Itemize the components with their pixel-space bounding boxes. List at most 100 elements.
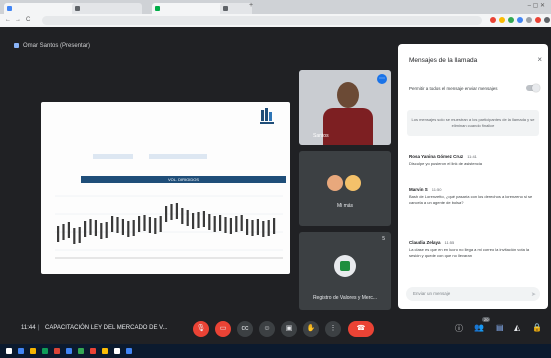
window-controls[interactable]: – ▢ ✕ — [528, 2, 545, 9]
presenting-icon — [14, 43, 19, 48]
back-button[interactable]: ← — [5, 17, 11, 23]
chat-title: Mensajes de la llamada — [409, 57, 478, 64]
message-author: Claudia Zelaya — [409, 240, 441, 245]
avatar — [327, 175, 343, 191]
slide-label-box — [149, 154, 207, 159]
slide-chart-mark — [197, 212, 200, 228]
tile-count-badge: 5 — [382, 236, 385, 242]
mic-active-icon: ⋯ — [377, 74, 387, 84]
browser-tab-meet[interactable] — [152, 3, 228, 14]
people-icon[interactable]: 👥 — [474, 323, 484, 332]
taskbar-app-icon[interactable] — [102, 348, 108, 354]
slide-chart-mark — [62, 224, 65, 240]
slide-chart-mark — [175, 203, 178, 219]
message-author: Marvin S — [409, 187, 428, 192]
slide-chart-mark — [202, 211, 205, 227]
chat-message-input[interactable]: Enviar un mensaje — [406, 287, 540, 301]
tab-favicon-icon — [223, 6, 228, 11]
people-count-badge: 20 — [482, 317, 491, 322]
slide-chart-mark — [262, 221, 265, 237]
avatar — [345, 175, 361, 191]
participant-tile-santos[interactable]: ⋯ Santos — [299, 70, 391, 145]
reload-button[interactable]: C — [26, 17, 30, 23]
forward-button[interactable]: → — [15, 17, 21, 23]
taskbar-app-icon[interactable] — [30, 348, 36, 354]
address-bar: ← → C — [0, 14, 551, 27]
os-taskbar — [0, 344, 551, 358]
camera-off-icon[interactable]: ▭ — [215, 321, 231, 337]
extension-icon[interactable] — [499, 17, 505, 23]
activities-icon[interactable]: ◭ — [514, 323, 520, 332]
taskbar-app-icon[interactable] — [78, 348, 84, 354]
extension-icon[interactable] — [526, 17, 532, 23]
slide-chart-mark — [224, 217, 227, 233]
message-time: 11:55 — [444, 240, 455, 245]
slide-chart-mark — [273, 218, 276, 234]
slide-label-box — [93, 154, 133, 159]
chat-message: Marvin S 11:50 Bash de Lorenzetto, ¿qué p… — [409, 187, 539, 206]
presentation-slide: VOL. DIRIGIDOS — [41, 102, 290, 274]
taskbar-app-icon[interactable] — [54, 348, 60, 354]
participant-tile-others[interactable]: Mi más — [299, 151, 391, 226]
close-icon[interactable]: × — [537, 55, 542, 64]
slide-chart-mark — [84, 221, 87, 237]
browser-tab[interactable] — [220, 3, 252, 14]
profile-avatar[interactable] — [535, 17, 541, 23]
slide-chart-mark — [229, 218, 232, 234]
slide-chart-mark — [192, 213, 195, 229]
slide-chart-mark — [132, 220, 135, 236]
chat-message: Rosa Yanina Gómez Cruz 11:41 Disculpe yo … — [409, 154, 539, 167]
slide-chart-mark — [186, 210, 189, 226]
info-icon[interactable]: ⓘ — [455, 323, 463, 334]
taskbar-app-icon[interactable] — [90, 348, 96, 354]
end-call-button[interactable]: ☎ — [348, 321, 374, 337]
chat-icon[interactable]: ▤ — [496, 323, 504, 332]
meet-favicon-icon — [155, 6, 160, 11]
chat-permission-toggle[interactable] — [526, 84, 540, 92]
send-icon[interactable]: ➤ — [531, 291, 536, 298]
slide-banner: VOL. DIRIGIDOS — [81, 176, 286, 183]
slide-chart-mark — [246, 219, 249, 235]
extension-icon[interactable] — [490, 17, 496, 23]
extension-icon[interactable] — [508, 17, 514, 23]
chat-permission-label: Permitir a todos el mensaje enviar mensa… — [409, 86, 498, 91]
tile-label: Mi más — [336, 203, 354, 209]
slide-chart-mark — [208, 214, 211, 230]
message-time: 11:50 — [431, 187, 442, 192]
new-tab-button[interactable]: + — [249, 2, 253, 9]
message-time: 11:41 — [467, 154, 477, 159]
captions-icon[interactable]: cc — [237, 321, 253, 337]
slide-chart-mark — [251, 220, 254, 236]
url-field[interactable] — [42, 16, 482, 25]
slide-chart-mark — [138, 216, 141, 232]
mic-off-icon[interactable]: 🎙 — [193, 321, 209, 337]
tile-label: Registro de Valores y Merc... — [312, 295, 378, 301]
taskbar-app-icon[interactable] — [18, 348, 24, 354]
browser-tab[interactable] — [4, 3, 80, 14]
menu-icon[interactable] — [544, 17, 550, 23]
browser-tab[interactable] — [72, 3, 142, 14]
message-text: Bash de Lorenzetto, ¿qué pasaría con los… — [409, 194, 533, 205]
slide-chart-mark — [219, 215, 222, 231]
slide-chart-mark — [213, 216, 216, 232]
slide-chart-mark — [116, 217, 119, 233]
taskbar-app-icon[interactable] — [114, 348, 120, 354]
present-icon[interactable]: ▣ — [281, 321, 297, 337]
taskbar-app-icon[interactable] — [66, 348, 72, 354]
taskbar-app-icon[interactable] — [42, 348, 48, 354]
start-icon[interactable] — [6, 348, 12, 354]
taskbar-app-icon[interactable] — [126, 348, 132, 354]
slide-chart-mark — [94, 220, 97, 236]
extension-icon[interactable] — [517, 17, 523, 23]
registro-logo-icon — [340, 261, 350, 271]
institution-logo-icon — [260, 108, 274, 124]
slide-chart-mark — [143, 215, 146, 231]
slide-chart-mark — [73, 228, 76, 244]
slide-chart-mark — [235, 216, 238, 232]
emoji-icon[interactable]: ☺ — [259, 321, 275, 337]
more-icon[interactable]: ⋮ — [325, 321, 341, 337]
raise-hand-icon[interactable]: ✋ — [303, 321, 319, 337]
person-body — [323, 108, 373, 145]
participant-tile-registro[interactable]: 5 Registro de Valores y Merc... — [299, 232, 391, 310]
lock-icon[interactable]: 🔒 — [532, 323, 542, 332]
